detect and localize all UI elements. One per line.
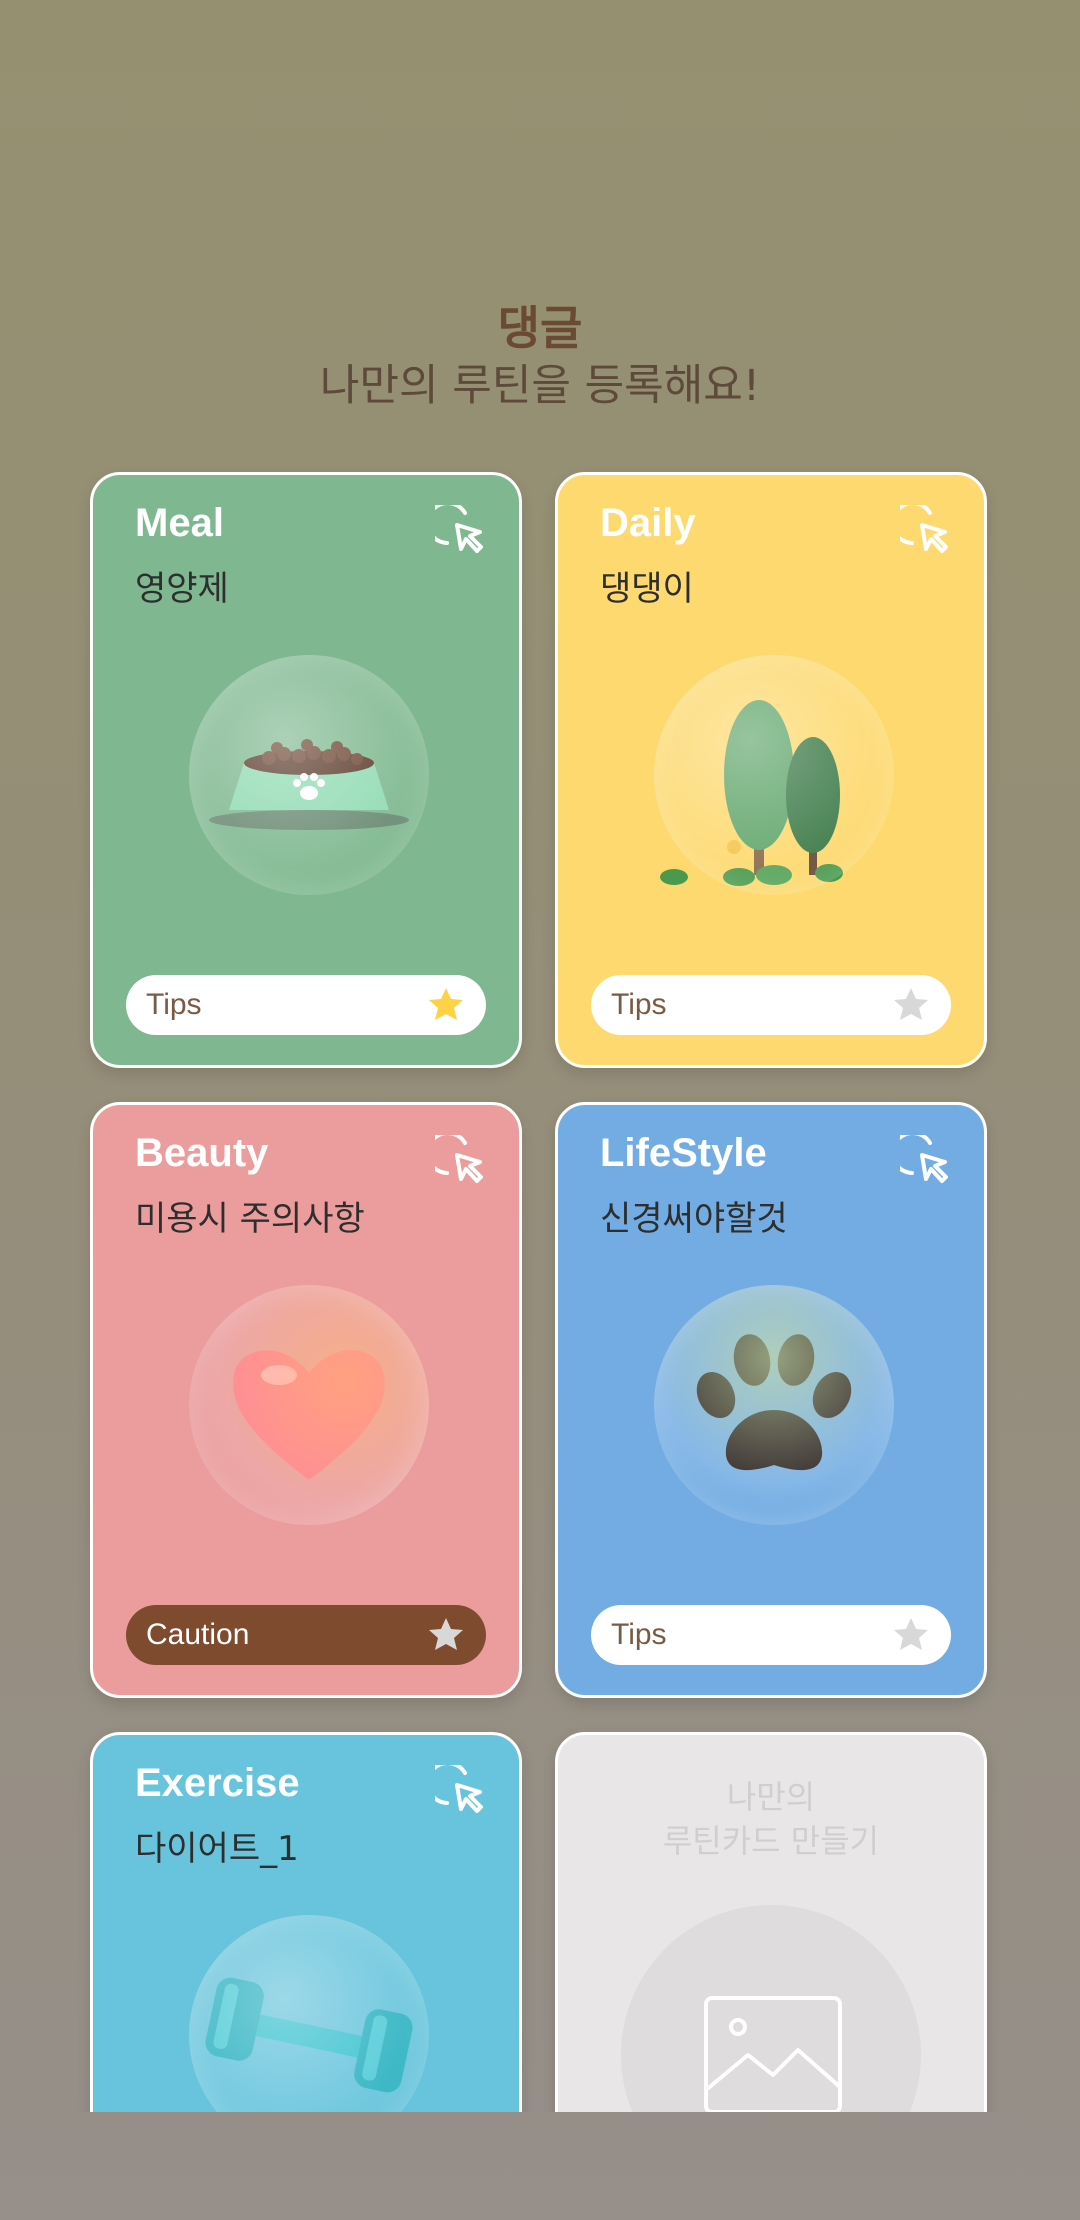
dumbbell-illustration bbox=[189, 1915, 429, 2112]
tips-pill[interactable]: Tips bbox=[591, 975, 951, 1035]
caution-pill[interactable]: Caution bbox=[126, 1605, 486, 1665]
tap-cursor-icon[interactable] bbox=[435, 1135, 489, 1189]
make-card-title: 나만의 루틴카드 만들기 bbox=[662, 1778, 880, 1860]
routine-card-exercise[interactable]: Exercise 다이어트_1 bbox=[90, 1732, 522, 2112]
tips-pill[interactable]: Tips bbox=[591, 1605, 951, 1665]
pill-label: Tips bbox=[146, 988, 202, 1021]
routine-card-meal[interactable]: Meal 영양제 Tips bbox=[90, 472, 522, 1068]
card-title: Exercise bbox=[135, 1761, 300, 1805]
dog-food-bowl-illustration bbox=[189, 655, 429, 895]
star-icon[interactable] bbox=[426, 985, 466, 1025]
page-header: 댕글 나만의 루틴을 등록해요! bbox=[0, 300, 1080, 414]
heart-illustration bbox=[189, 1285, 429, 1525]
tips-pill[interactable]: Tips bbox=[126, 975, 486, 1035]
card-subtitle: 미용시 주의사항 bbox=[135, 1199, 365, 1239]
routine-card-daily[interactable]: Daily 댕댕이 Tips bbox=[555, 472, 987, 1068]
tap-cursor-icon[interactable] bbox=[435, 505, 489, 559]
routine-card-grid[interactable]: Meal 영양제 Tips Daily 댕댕이 Tips Beauty 미용시 … bbox=[0, 460, 1080, 2112]
tap-cursor-icon[interactable] bbox=[900, 1135, 954, 1189]
star-icon[interactable] bbox=[891, 1615, 931, 1655]
pill-label: Tips bbox=[611, 988, 667, 1021]
card-title: Beauty bbox=[135, 1131, 269, 1175]
pill-label: Caution bbox=[146, 1618, 250, 1651]
app-brand-title: 댕글 bbox=[497, 301, 583, 355]
image-placeholder-icon bbox=[704, 1996, 842, 2112]
card-subtitle: 신경써야할것 bbox=[600, 1199, 788, 1239]
card-subtitle: 영양제 bbox=[135, 569, 229, 609]
card-subtitle: 댕댕이 bbox=[600, 569, 694, 609]
card-title: Daily bbox=[600, 501, 696, 545]
page-subtitle: 나만의 루틴을 등록해요! bbox=[319, 361, 761, 411]
paw-print-illustration bbox=[654, 1285, 894, 1525]
star-icon[interactable] bbox=[426, 1615, 466, 1655]
routine-card-lifestyle[interactable]: LifeStyle 신경써야할것 Tips bbox=[555, 1102, 987, 1698]
make-routine-card[interactable]: 나만의 루틴카드 만들기 bbox=[555, 1732, 987, 2112]
trees-illustration bbox=[654, 655, 894, 895]
card-title: LifeStyle bbox=[600, 1131, 767, 1175]
tap-cursor-icon[interactable] bbox=[900, 505, 954, 559]
pill-label: Tips bbox=[611, 1618, 667, 1651]
routine-card-beauty[interactable]: Beauty 미용시 주의사항 Caution bbox=[90, 1102, 522, 1698]
card-title: Meal bbox=[135, 501, 224, 545]
tap-cursor-icon[interactable] bbox=[435, 1765, 489, 1819]
star-icon[interactable] bbox=[891, 985, 931, 1025]
card-subtitle: 다이어트_1 bbox=[135, 1829, 299, 1869]
